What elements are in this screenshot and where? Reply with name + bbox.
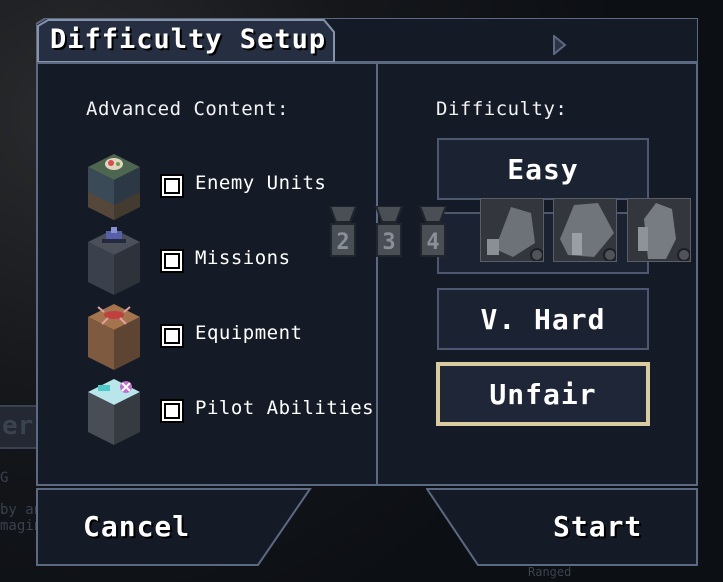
advanced-content-heading: Advanced Content: (86, 98, 289, 120)
enemy-units-label: Enemy Units (195, 172, 327, 194)
content-row-equipment: Equipment (86, 302, 366, 376)
medal-3-number: 3 (382, 230, 395, 255)
pilot-abilities-label: Pilot Abilities (195, 397, 375, 419)
mission-cube-icon (88, 227, 140, 295)
difficulty-easy-button[interactable]: Easy (437, 138, 649, 200)
difficulty-unfair-button[interactable]: Unfair (436, 362, 650, 426)
cancel-label: Cancel (83, 510, 191, 543)
content-row-pilot-abilities: Pilot Abilities (86, 377, 374, 451)
dialog-title: Difficulty Setup (50, 24, 327, 55)
medal-4-number: 4 (426, 230, 439, 255)
column-divider (376, 62, 378, 486)
difficulty-vhard-button[interactable]: V. Hard (437, 288, 649, 350)
equipment-cube-icon (88, 304, 140, 370)
mech-thumbnail-3 (627, 198, 691, 262)
equipment-label: Equipment (195, 322, 303, 344)
start-button[interactable]: Start (426, 488, 698, 566)
start-label: Start (553, 510, 643, 543)
equipment-checkbox[interactable] (162, 326, 182, 346)
mech-thumbnail-2 (553, 198, 617, 262)
enemy-units-checkbox[interactable] (162, 176, 182, 196)
enemy-cube-icon (88, 154, 140, 220)
content-row-missions: Missions (86, 227, 366, 301)
medal-4-icon: 4 (418, 206, 448, 257)
content-row-enemy-units: Enemy Units (86, 152, 366, 226)
cancel-button[interactable]: Cancel (36, 488, 312, 566)
medal-3-icon: 3 (374, 206, 404, 257)
pilot-abilities-checkbox[interactable] (162, 401, 182, 421)
missions-label: Missions (195, 247, 291, 269)
mech-thumbnail-1 (480, 198, 544, 262)
missions-checkbox[interactable] (162, 251, 182, 271)
chevron-right-icon[interactable] (553, 35, 567, 55)
medal-2-number: 2 (336, 230, 349, 255)
medal-2-icon: 2 (328, 206, 358, 257)
background-label-fragment: Ranged (528, 565, 572, 579)
pilot-cube-icon (88, 379, 140, 445)
difficulty-heading: Difficulty: (436, 98, 568, 120)
